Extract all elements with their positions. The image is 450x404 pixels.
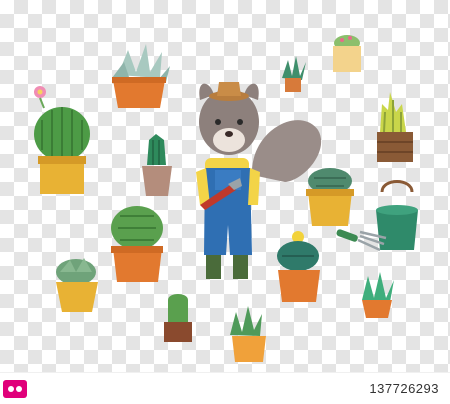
illustration [34,35,418,362]
striped-barrel-cactus [306,168,354,226]
pixta-logo-icon [3,380,27,398]
spiky-succulent-bottom [230,306,266,362]
stock-footer: 137726293 [0,372,450,404]
aloe-bottom-right [362,272,394,318]
small-green-cactus [142,134,172,196]
agave-succulent [112,44,170,108]
watering-can [376,180,418,250]
small-cactus-red-pot [164,294,192,342]
stock-image-id: 137726293 [369,381,439,396]
transparent-checker-background [0,0,450,372]
pink-topped-cactus [333,35,361,72]
small-spiky-succulent [282,56,306,92]
rosette-succulent-bottom-left [56,258,98,312]
ball-cactus-with-flower [34,86,90,194]
pixta-logo [0,374,30,404]
barrel-cactus-left [111,206,163,282]
columnar-cactus-crate [377,92,413,162]
flowering-cactus-right [277,231,320,302]
